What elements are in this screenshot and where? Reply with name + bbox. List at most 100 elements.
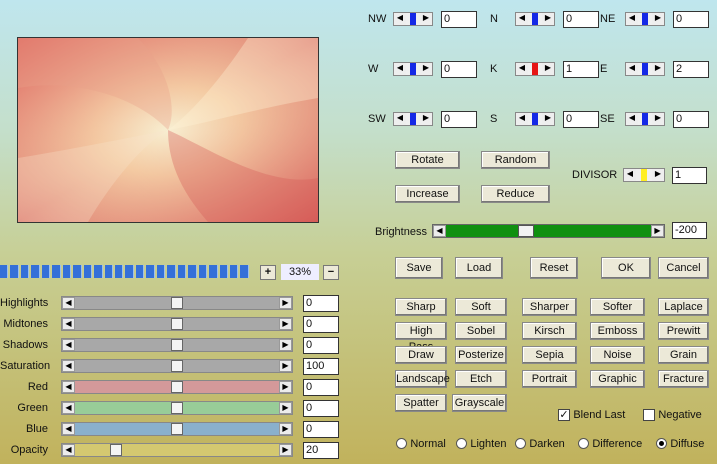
matrix-field-sw[interactable]: 0 bbox=[441, 111, 477, 128]
slider-thumb[interactable] bbox=[171, 339, 183, 351]
slider-left-arrow[interactable]: ◀ bbox=[62, 444, 75, 456]
matrix-knob[interactable] bbox=[532, 63, 538, 75]
matrix-field-se[interactable]: 0 bbox=[673, 111, 709, 128]
matrix-slider-ne[interactable]: ◀ ▶ bbox=[625, 12, 665, 26]
slider-value-green[interactable]: 0 bbox=[303, 400, 339, 417]
slider-left-arrow[interactable]: ◀ bbox=[62, 402, 75, 414]
right-arrow-icon[interactable]: ▶ bbox=[542, 63, 554, 75]
matrix-knob[interactable] bbox=[410, 113, 416, 125]
matrix-knob[interactable] bbox=[642, 113, 648, 125]
slider-track[interactable] bbox=[75, 339, 279, 351]
left-arrow-icon[interactable]: ◀ bbox=[394, 13, 406, 25]
matrix-track[interactable] bbox=[406, 13, 420, 25]
preset-graphic-button[interactable]: Graphic bbox=[590, 370, 645, 388]
matrix-field-s[interactable]: 0 bbox=[563, 111, 599, 128]
negative-option[interactable]: Negative bbox=[643, 407, 702, 421]
slider-track[interactable] bbox=[75, 360, 279, 372]
slider-track[interactable] bbox=[75, 444, 279, 456]
right-arrow-icon[interactable]: ▶ bbox=[420, 63, 432, 75]
slider-left-arrow[interactable]: ◀ bbox=[62, 381, 75, 393]
left-arrow-icon[interactable]: ◀ bbox=[516, 13, 528, 25]
matrix-knob[interactable] bbox=[410, 13, 416, 25]
cancel-button[interactable]: Cancel bbox=[658, 257, 709, 279]
reduce-button[interactable]: Reduce bbox=[481, 185, 550, 203]
brightness-slider[interactable]: ◀ ▶ bbox=[432, 224, 665, 238]
preset-landscape-button[interactable]: Landscape bbox=[395, 370, 450, 388]
slider-right-arrow[interactable]: ▶ bbox=[279, 423, 292, 435]
slider-right-arrow[interactable]: ▶ bbox=[279, 381, 292, 393]
blend-last-option[interactable]: ✓ Blend Last bbox=[558, 407, 625, 421]
right-arrow-icon[interactable]: ▶ bbox=[652, 13, 664, 25]
right-arrow-icon[interactable]: ▶ bbox=[542, 113, 554, 125]
right-arrow-icon[interactable]: ▶ bbox=[652, 113, 664, 125]
left-arrow-icon[interactable]: ◀ bbox=[626, 63, 638, 75]
divisor-slider[interactable]: ◀ ▶ bbox=[623, 168, 665, 182]
matrix-track[interactable] bbox=[528, 63, 542, 75]
matrix-track[interactable] bbox=[638, 63, 652, 75]
slider-value-midtones[interactable]: 0 bbox=[303, 316, 339, 333]
difference-radio[interactable] bbox=[578, 438, 589, 450]
matrix-knob[interactable] bbox=[642, 13, 648, 25]
normal-radio[interactable] bbox=[396, 438, 407, 450]
preset-portrait-button[interactable]: Portrait bbox=[522, 370, 577, 388]
zoom-in-button[interactable]: + bbox=[260, 265, 276, 280]
diffuse-radio[interactable] bbox=[656, 438, 667, 450]
slider-track[interactable] bbox=[75, 297, 279, 309]
lighten-radio[interactable] bbox=[456, 438, 467, 450]
mode-difference[interactable]: Difference bbox=[578, 436, 642, 450]
matrix-track[interactable] bbox=[406, 63, 420, 75]
slider-value-blue[interactable]: 0 bbox=[303, 421, 339, 438]
slider-track[interactable] bbox=[75, 381, 279, 393]
right-arrow-icon[interactable]: ▶ bbox=[652, 63, 664, 75]
preset-posterize-button[interactable]: Posterize bbox=[455, 346, 507, 364]
left-arrow-icon[interactable]: ◀ bbox=[626, 13, 638, 25]
matrix-knob[interactable] bbox=[532, 113, 538, 125]
slider-shadows[interactable]: ◀ ▶ bbox=[61, 338, 293, 352]
slider-thumb[interactable] bbox=[171, 402, 183, 414]
slider-track[interactable] bbox=[75, 318, 279, 330]
matrix-track[interactable] bbox=[528, 13, 542, 25]
blend-last-checkbox[interactable]: ✓ bbox=[558, 408, 570, 421]
slider-left-arrow[interactable]: ◀ bbox=[62, 423, 75, 435]
preset-sharp-button[interactable]: Sharp bbox=[395, 298, 447, 316]
slider-opacity[interactable]: ◀ ▶ bbox=[61, 443, 293, 457]
matrix-slider-w[interactable]: ◀ ▶ bbox=[393, 62, 433, 76]
preset-sobel-button[interactable]: Sobel bbox=[455, 322, 507, 340]
increase-button[interactable]: Increase bbox=[395, 185, 460, 203]
slider-track[interactable] bbox=[75, 402, 279, 414]
right-arrow-icon[interactable]: ▶ bbox=[542, 13, 554, 25]
slider-left-arrow[interactable]: ◀ bbox=[62, 339, 75, 351]
preset-grain-button[interactable]: Grain bbox=[658, 346, 709, 364]
preset-noise-button[interactable]: Noise bbox=[590, 346, 645, 364]
right-arrow-icon[interactable]: ▶ bbox=[420, 113, 432, 125]
slider-right-arrow[interactable]: ▶ bbox=[279, 444, 292, 456]
slider-thumb[interactable] bbox=[171, 297, 183, 309]
matrix-field-k[interactable]: 1 bbox=[563, 61, 599, 78]
preset-sepia-button[interactable]: Sepia bbox=[522, 346, 577, 364]
slider-left-arrow[interactable]: ◀ bbox=[62, 360, 75, 372]
random-button[interactable]: Random bbox=[481, 151, 550, 169]
matrix-slider-n[interactable]: ◀ ▶ bbox=[515, 12, 555, 26]
slider-right-arrow[interactable]: ▶ bbox=[279, 402, 292, 414]
left-arrow-icon[interactable]: ◀ bbox=[394, 63, 406, 75]
slider-thumb[interactable] bbox=[171, 360, 183, 372]
matrix-knob[interactable] bbox=[642, 63, 648, 75]
matrix-track[interactable] bbox=[638, 13, 652, 25]
preset-soft-button[interactable]: Soft bbox=[455, 298, 507, 316]
preset-fracture-button[interactable]: Fracture bbox=[658, 370, 709, 388]
matrix-field-w[interactable]: 0 bbox=[441, 61, 477, 78]
preset-sharper-button[interactable]: Sharper bbox=[522, 298, 577, 316]
preset-softer-button[interactable]: Softer bbox=[590, 298, 645, 316]
slider-green[interactable]: ◀ ▶ bbox=[61, 401, 293, 415]
reset-button[interactable]: Reset bbox=[530, 257, 578, 279]
left-arrow-icon[interactable]: ◀ bbox=[394, 113, 406, 125]
slider-highlights[interactable]: ◀ ▶ bbox=[61, 296, 293, 310]
slider-thumb[interactable] bbox=[171, 381, 183, 393]
preset-emboss-button[interactable]: Emboss bbox=[590, 322, 645, 340]
slider-right-arrow[interactable]: ▶ bbox=[279, 339, 292, 351]
slider-value-shadows[interactable]: 0 bbox=[303, 337, 339, 354]
matrix-field-e[interactable]: 2 bbox=[673, 61, 709, 78]
matrix-knob[interactable] bbox=[410, 63, 416, 75]
negative-checkbox[interactable] bbox=[643, 408, 655, 421]
preset-draw-button[interactable]: Draw bbox=[395, 346, 447, 364]
